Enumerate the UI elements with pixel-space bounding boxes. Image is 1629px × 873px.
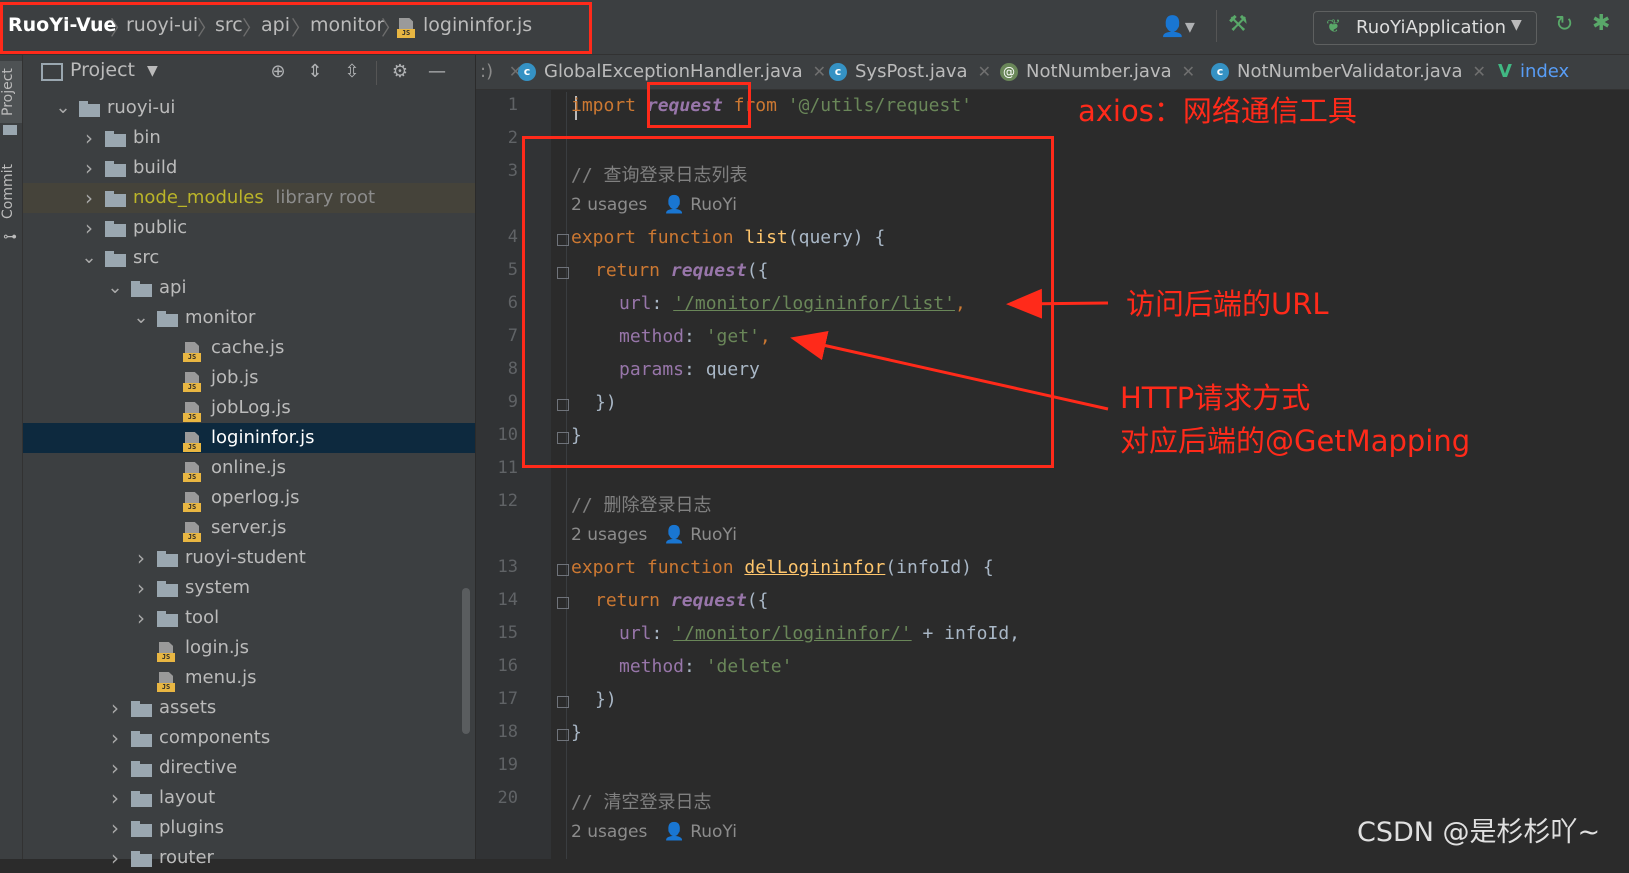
arrow-to-url: [1006, 288, 1109, 319]
watermark: CSDN @是杉杉吖~: [1357, 817, 1601, 848]
arrow-to-method: [790, 330, 1109, 411]
annotation-arrows: [790, 288, 1109, 411]
